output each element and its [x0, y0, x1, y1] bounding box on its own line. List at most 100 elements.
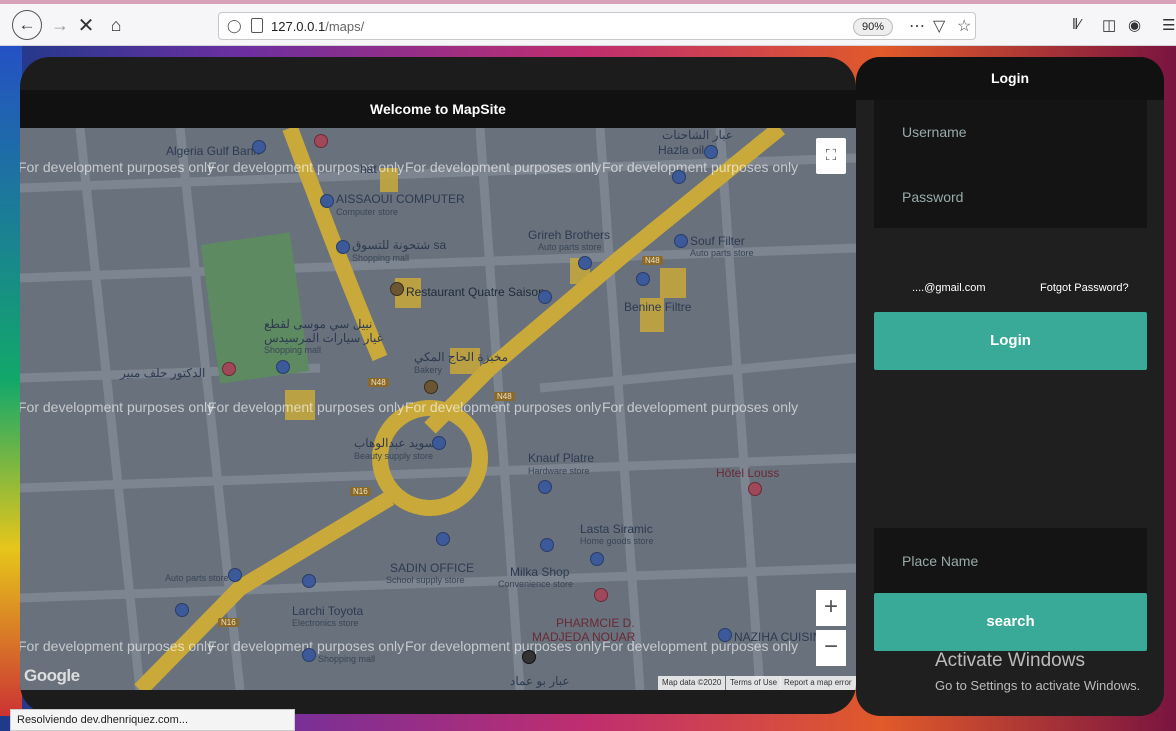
poi-sub: Beauty supply store — [354, 451, 434, 461]
shield-icon[interactable]: ◯ — [227, 18, 242, 34]
store-pin-icon[interactable] — [718, 628, 732, 642]
poi-label: PHARMCIE D. — [556, 616, 635, 630]
map-data-text: Map data ©2020 — [658, 676, 726, 690]
poi-label: مخبزة الحاج المكي — [414, 350, 509, 364]
stop-icon[interactable]: ✕ — [72, 11, 100, 39]
status-bar: Resolviendo dev.dhenriquez.com... — [10, 709, 295, 731]
username-field[interactable]: Username — [902, 124, 967, 140]
poi-label: Algeria Gulf Bank — [166, 144, 260, 158]
store-pin-icon[interactable] — [674, 234, 688, 248]
zoom-level[interactable]: 90% — [853, 18, 894, 36]
poi-sub: School supply store — [386, 575, 465, 585]
store-pin-icon[interactable] — [228, 568, 242, 582]
store-pin-icon[interactable] — [538, 480, 552, 494]
store-pin-icon[interactable] — [320, 194, 334, 208]
poi-label: Hazla oil — [658, 143, 705, 157]
poi-label: شتحونة للتسوق sa — [352, 238, 447, 252]
more-icon[interactable]: ⋯ — [909, 16, 925, 36]
poi-label: Hôtel Louss — [716, 466, 780, 480]
terms-link[interactable]: Terms of Use — [726, 676, 782, 690]
hotel-pin-icon[interactable] — [748, 482, 762, 496]
poi-label: سويد عبدالوهاب — [354, 436, 435, 450]
dev-watermark: For development purposes only — [208, 399, 405, 415]
poi-label: Souf Filter — [690, 234, 745, 248]
store-pin-icon[interactable] — [672, 170, 686, 184]
poi-label: الدكتور حلف مبير — [120, 366, 206, 380]
bank-pin-icon[interactable] — [252, 140, 266, 154]
poi-label: Milka Shop — [510, 565, 570, 579]
poi-label: Benine Filtre — [624, 300, 692, 314]
store-pin-icon[interactable] — [436, 532, 450, 546]
map-view[interactable]: For development purposes only For develo… — [20, 128, 856, 690]
poi-label: Restaurant Quatre Saison — [406, 285, 545, 299]
mall-pin-icon[interactable] — [302, 648, 316, 662]
place-name-field[interactable]: Place Name — [902, 553, 978, 569]
page-icon — [251, 18, 263, 33]
poi-sub: Shopping mall — [264, 345, 322, 355]
store-pin-icon[interactable] — [540, 538, 554, 552]
back-arrow-icon[interactable]: ← — [12, 10, 42, 40]
poi-label: نبيل سي موسى لقطع — [264, 317, 373, 331]
beauty-pin-icon[interactable] — [432, 436, 446, 450]
home-icon[interactable]: ⌂ — [102, 11, 130, 39]
shop-pin-icon[interactable] — [314, 134, 328, 148]
forward-arrow-icon[interactable]: → — [46, 11, 74, 39]
page-title: Welcome to MapSite — [20, 90, 856, 128]
road-badge: N48 — [494, 392, 515, 401]
login-title: Login — [990, 70, 1030, 86]
poi-sub: Convenience store — [498, 579, 574, 589]
search-button[interactable]: search — [874, 593, 1147, 651]
zoom-in-button[interactable]: + — [816, 590, 846, 626]
dev-watermark: For development purposes only — [20, 638, 215, 654]
report-link[interactable]: Report a map error — [780, 676, 856, 690]
star-icon[interactable]: ☆ — [957, 16, 971, 36]
store-pin-icon[interactable] — [302, 574, 316, 588]
fuel-pin-icon[interactable] — [704, 145, 718, 159]
login-button[interactable]: Login — [874, 312, 1147, 370]
poi-sub: Shopping mall — [352, 253, 410, 263]
mall-pin-icon[interactable] — [336, 240, 350, 254]
library-icon[interactable]: ‖⁄ — [1072, 16, 1081, 33]
road-badge: N16 — [218, 618, 239, 627]
bakery-pin-icon[interactable] — [424, 380, 438, 394]
location-pin-icon[interactable] — [522, 650, 536, 664]
store-pin-icon[interactable] — [538, 290, 552, 304]
poi-sub: Home goods store — [580, 536, 654, 546]
store-pin-icon[interactable] — [636, 272, 650, 286]
road-badge: N16 — [350, 487, 371, 496]
account-icon[interactable]: ◉ — [1128, 16, 1141, 34]
fullscreen-button[interactable]: ⛶ — [816, 138, 846, 174]
poi-sub: Auto parts store — [165, 573, 229, 583]
doctor-pin-icon[interactable] — [222, 362, 236, 376]
url-bar[interactable]: ◯ 127.0.0.1/maps/ 90% ⋯ ▽ ☆ — [218, 12, 976, 40]
desktop-edge — [0, 46, 22, 716]
poi-sub: Auto parts store — [538, 242, 602, 252]
zoom-out-button[interactable]: − — [816, 630, 846, 666]
store-pin-icon[interactable] — [578, 256, 592, 270]
url-text[interactable]: 127.0.0.1/maps/ — [271, 19, 364, 34]
road-badge: N48 — [368, 378, 389, 387]
login-panel: Login Username Password ....@gmail.com F… — [856, 57, 1164, 716]
poi-label: Lasta Siramic — [580, 522, 653, 536]
poi-label: عبار الشاحنات — [662, 128, 733, 142]
poi-label: SADIN OFFICE — [390, 561, 475, 575]
forgot-password-link[interactable]: Fotgot Password? — [1040, 282, 1129, 294]
poi-sub: Computer store — [336, 207, 399, 217]
restaurant-pin-icon[interactable] — [390, 282, 404, 296]
poi-label: Larchi Toyota — [292, 604, 364, 618]
poi-label: عبار بو عماد — [510, 674, 570, 688]
mall-pin-icon[interactable] — [276, 360, 290, 374]
dev-watermark: For development purposes only — [405, 399, 602, 415]
menu-icon[interactable]: ☰ — [1162, 16, 1175, 34]
map-panel: Welcome to MapSite For development purpo… — [20, 57, 856, 714]
browser-toolbar: ← → ✕ ⌂ ◯ 127.0.0.1/maps/ 90% ⋯ ▽ ☆ ‖⁄ ◫… — [0, 0, 1176, 46]
dev-watermark: For development purposes only — [602, 399, 799, 415]
dev-watermark: For development purposes only — [602, 159, 799, 175]
password-field[interactable]: Password — [902, 189, 963, 205]
poi-sub: Auto parts store — [690, 248, 754, 258]
store-pin-icon[interactable] — [590, 552, 604, 566]
sidebar-icon[interactable]: ◫ — [1102, 16, 1116, 34]
pharmacy-pin-icon[interactable] — [594, 588, 608, 602]
cart-pin-icon[interactable] — [175, 603, 189, 617]
pocket-icon[interactable]: ▽ — [933, 16, 945, 36]
